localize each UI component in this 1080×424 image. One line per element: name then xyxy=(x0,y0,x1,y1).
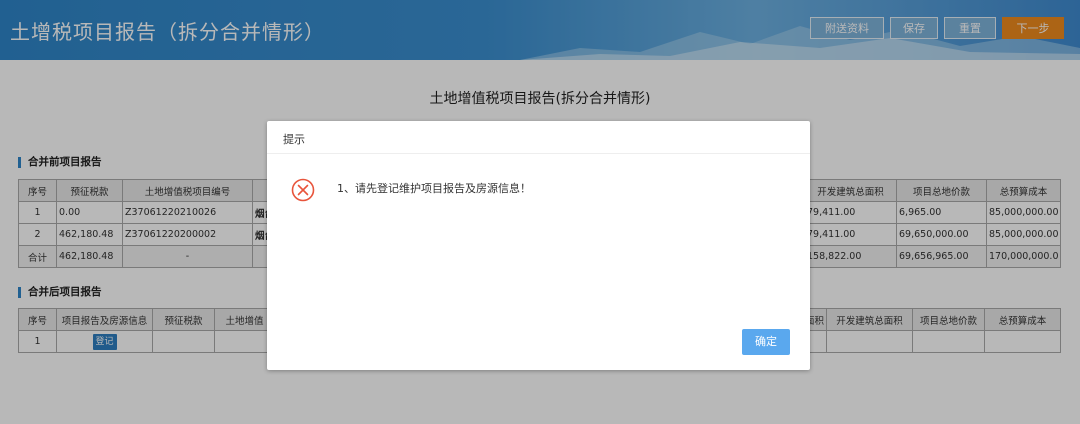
dialog-title: 提示 xyxy=(283,133,305,146)
dialog-divider xyxy=(267,153,810,154)
error-circle-icon xyxy=(291,178,315,202)
dialog-message: 1、请先登记维护项目报告及房源信息！ xyxy=(337,182,531,195)
prompt-dialog: 提示 1、请先登记维护项目报告及房源信息！ 确定 xyxy=(267,121,810,370)
confirm-button[interactable]: 确定 xyxy=(742,329,790,355)
